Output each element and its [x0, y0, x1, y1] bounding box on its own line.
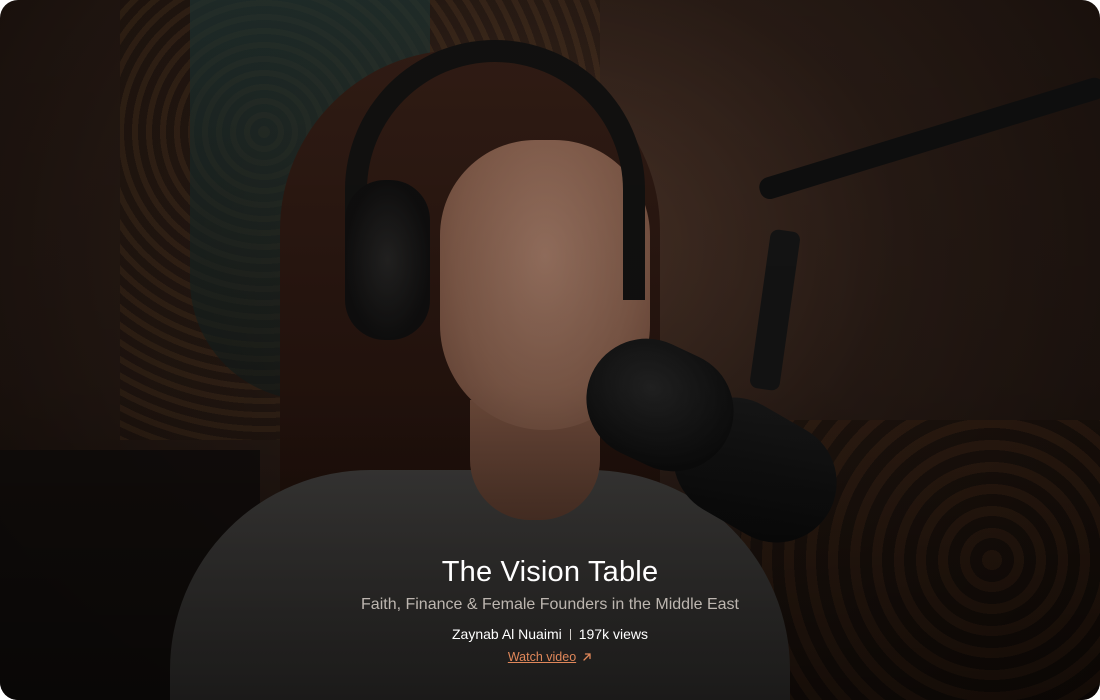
- video-title: The Vision Table: [441, 556, 659, 588]
- video-meta: Zaynab Al Nuaimi 197k views: [0, 624, 1100, 644]
- video-subtitle: Faith, Finance & Female Founders in the …: [361, 596, 739, 613]
- view-count: 197k views: [578, 626, 648, 642]
- video-caption: The Vision Table Faith, Finance & Female…: [0, 552, 1100, 666]
- watch-video-label: Watch video: [507, 650, 577, 664]
- meta-divider: [569, 628, 571, 640]
- video-card[interactable]: The Vision Table Faith, Finance & Female…: [0, 0, 1100, 700]
- author-name: Zaynab Al Nuaimi: [452, 626, 562, 642]
- watch-video-link[interactable]: Watch video: [508, 650, 592, 664]
- arrow-up-right-icon: [583, 653, 591, 661]
